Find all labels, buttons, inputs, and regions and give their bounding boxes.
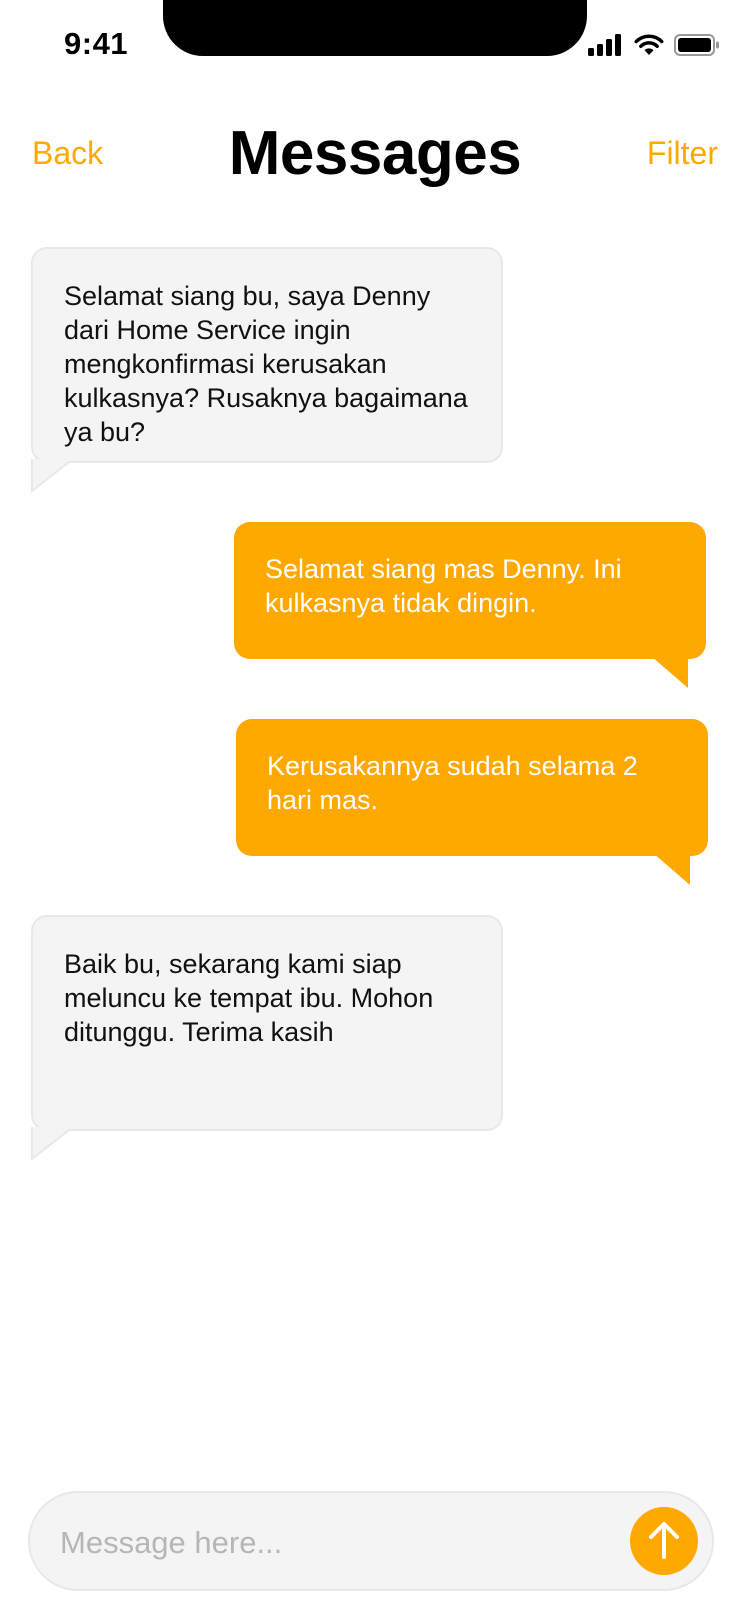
status-time: 9:41 (64, 26, 129, 61)
wifi-icon (634, 34, 664, 61)
bubble-tail-incoming (31, 459, 70, 493)
message-bubble-incoming: Selamat siang bu, saya Denny dari Home S… (31, 247, 503, 463)
send-button[interactable] (630, 1507, 698, 1575)
message-bubble-outgoing: Selamat siang mas Denny. Ini kulkasnya t… (234, 522, 706, 659)
message-text: Selamat siang bu, saya Denny dari Home S… (64, 281, 468, 447)
message-composer (28, 1491, 714, 1591)
status-icons (588, 34, 720, 61)
message-text: Kerusakannya sudah selama 2 hari mas. (267, 751, 638, 815)
arrow-up-icon (646, 1520, 682, 1563)
message-text: Baik bu, sekarang kami siap meluncu ke t… (64, 949, 434, 1047)
page-title: Messages (228, 119, 522, 188)
device-notch (163, 0, 587, 56)
bubble-tail-incoming (31, 1127, 70, 1161)
filter-button[interactable]: Filter (647, 135, 718, 172)
bubble-tail-outgoing (653, 853, 690, 885)
message-bubble-incoming: Baik bu, sekarang kami siap meluncu ke t… (31, 915, 503, 1131)
messages-screen: 9:41 Back Messages Filter Selamat siang … (0, 0, 750, 1624)
battery-icon (674, 34, 720, 61)
message-input[interactable] (60, 1515, 600, 1571)
message-bubble-outgoing: Kerusakannya sudah selama 2 hari mas. (236, 719, 708, 856)
cellular-signal-icon (588, 34, 624, 61)
message-text: Selamat siang mas Denny. Ini kulkasnya t… (265, 554, 622, 618)
bubble-tail-outgoing (651, 656, 688, 688)
